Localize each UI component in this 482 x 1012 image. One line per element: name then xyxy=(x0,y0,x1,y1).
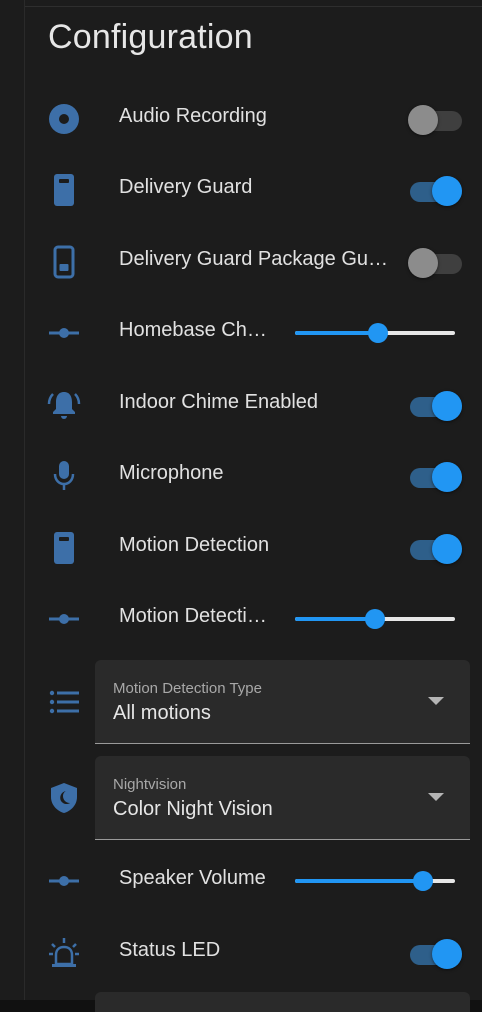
audio-recording-toggle[interactable] xyxy=(408,102,464,136)
row-motion-sensitivity: Motion Detection Sensitivity xyxy=(25,588,482,648)
list-icon xyxy=(47,685,81,719)
status-led-label: Status LED xyxy=(119,939,221,961)
shield-moon-icon xyxy=(47,781,81,815)
motion-type-select-value: All motions xyxy=(113,702,211,724)
alarm-light-icon xyxy=(47,936,81,970)
delivery-guard-package-label: Delivery Guard Package Guarding xyxy=(119,248,391,270)
dropdown-arrow-icon xyxy=(428,793,444,801)
row-nightvision: Nightvision Color Night Vision xyxy=(25,756,482,840)
row-homebase-chime: Homebase Chime Volume xyxy=(25,302,482,362)
slider-icon xyxy=(47,602,81,636)
microphone-icon xyxy=(47,459,81,493)
delivery-guard-package-toggle[interactable] xyxy=(408,245,464,279)
bell-ring-icon xyxy=(47,388,81,422)
row-delivery-guard-package: Delivery Guard Package Guarding xyxy=(25,231,482,291)
nightvision-select[interactable]: Nightvision Color Night Vision xyxy=(95,756,470,840)
card-title: Configuration xyxy=(48,18,253,56)
doorbell-outline-icon xyxy=(47,245,81,279)
card-top-divider xyxy=(25,0,482,7)
row-audio-recording: Audio Recording xyxy=(25,88,482,148)
homebase-chime-slider[interactable] xyxy=(295,321,455,345)
motion-type-select[interactable]: Motion Detection Type All motions xyxy=(95,660,470,744)
row-motion-type: Motion Detection Type All motions xyxy=(25,660,482,744)
motion-type-select-label: Motion Detection Type xyxy=(113,680,262,697)
homebase-chime-label: Homebase Chime Volume xyxy=(119,319,271,341)
indoor-chime-toggle[interactable] xyxy=(408,388,464,422)
speaker-volume-label: Speaker Volume xyxy=(119,867,266,889)
next-select-partial[interactable] xyxy=(95,992,470,1012)
microphone-label: Microphone xyxy=(119,462,224,484)
delivery-guard-label: Delivery Guard xyxy=(119,176,253,198)
delivery-guard-toggle[interactable] xyxy=(408,173,464,207)
nightvision-select-label: Nightvision xyxy=(113,776,187,793)
motion-detection-label: Motion Detection xyxy=(119,534,270,556)
doorbell-icon xyxy=(47,531,81,565)
nightvision-select-value: Color Night Vision xyxy=(113,798,273,820)
motion-sensitivity-label: Motion Detection Sensitivity xyxy=(119,605,271,627)
dropdown-arrow-icon xyxy=(428,697,444,705)
speaker-volume-slider[interactable] xyxy=(295,869,455,893)
indoor-chime-label: Indoor Chime Enabled xyxy=(119,391,319,413)
row-speaker-volume: Speaker Volume xyxy=(25,850,482,910)
audio-recording-label: Audio Recording xyxy=(119,105,267,127)
row-indoor-chime: Indoor Chime Enabled xyxy=(25,374,482,434)
slider-icon xyxy=(47,864,81,898)
doorbell-icon xyxy=(47,173,81,207)
left-panel-edge xyxy=(0,0,24,1000)
microphone-toggle[interactable] xyxy=(408,459,464,493)
row-microphone: Microphone xyxy=(25,445,482,505)
row-delivery-guard: Delivery Guard xyxy=(25,159,482,219)
status-led-toggle[interactable] xyxy=(408,936,464,970)
configuration-card: Configuration Audio Recording Delivery G… xyxy=(24,0,482,1012)
row-status-led: Status LED xyxy=(25,922,482,982)
row-motion-detection: Motion Detection xyxy=(25,517,482,577)
slider-icon xyxy=(47,316,81,350)
motion-detection-toggle[interactable] xyxy=(408,531,464,565)
record-circle-icon xyxy=(47,102,81,136)
motion-sensitivity-slider[interactable] xyxy=(295,607,455,631)
